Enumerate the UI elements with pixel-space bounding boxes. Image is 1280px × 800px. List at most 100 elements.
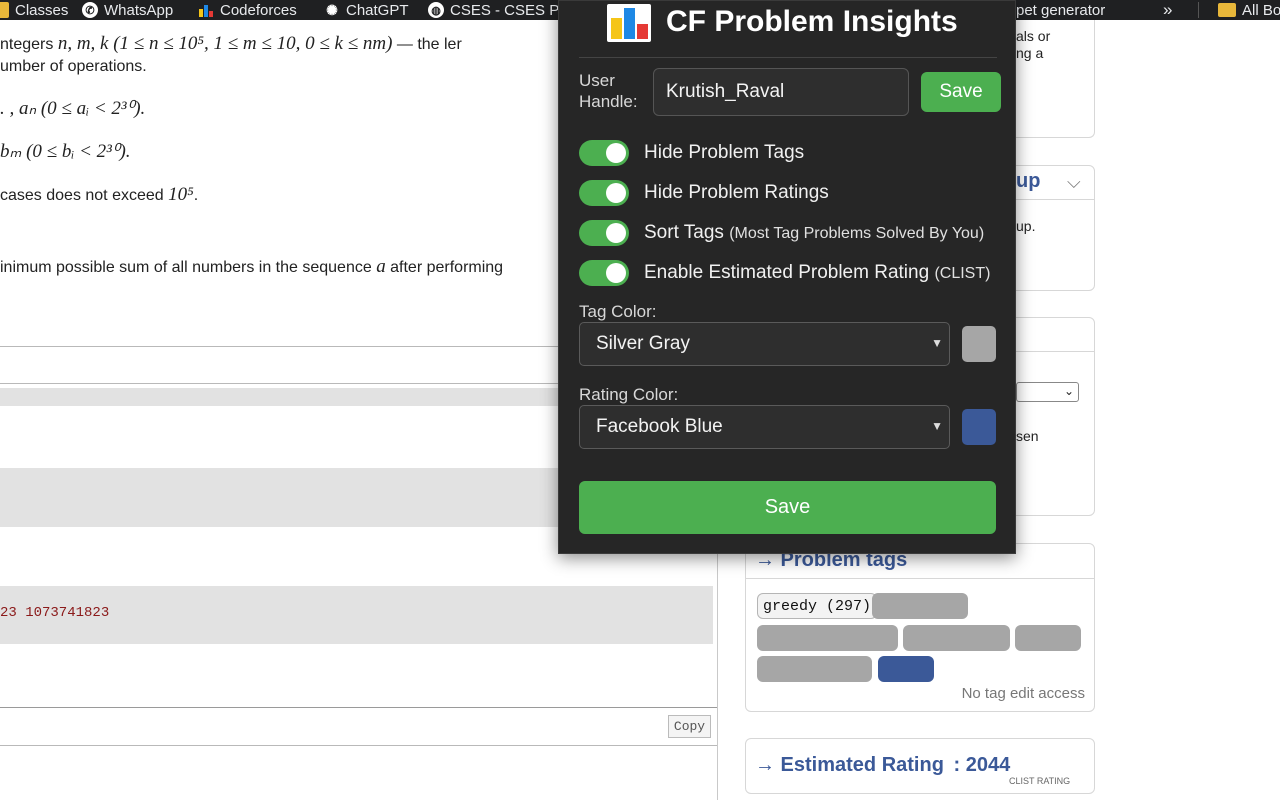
tag-color-value: Silver Gray [596,333,690,354]
toggle-label: Hide Problem Tags [644,142,805,163]
folder-icon [1218,3,1236,17]
divider [0,745,718,746]
toggle-label: Sort Tags (Most Tag Problems Solved By Y… [644,222,984,244]
folder-icon [0,2,9,18]
handle-label-line-1: User [579,71,615,90]
sidebar-text: als or [1016,28,1051,44]
toggle-row-estimated-rating: Enable Estimated Problem Rating (CLIST) [579,260,990,286]
bookmark-cses[interactable]: ◍ CSES - CSES Pro [428,0,573,20]
save-handle-button[interactable]: Save [921,72,1001,112]
estimated-rating-value: 2044 [965,754,1011,776]
tag-color-select[interactable]: Silver Gray ▼ [579,322,950,366]
toggle-row-hide-tags: Hide Problem Tags [579,140,804,166]
divider [0,346,560,347]
bookmark-classes[interactable]: Classes [0,0,68,20]
bookmark-label: ChatGPT [346,1,409,19]
cf-logo-icon [607,4,651,42]
math: n, m, k (1 ≤ n ≤ 10⁵, 1 ≤ m ≤ 10, 0 ≤ k … [57,33,393,54]
toggle-label-sub: (CLIST) [934,265,991,282]
text: . [193,187,199,204]
sort-tags-toggle[interactable] [579,220,629,246]
input-spec-line-5: cases does not exceed 10⁵. [0,184,198,206]
text: inimum possible sum of all numbers in th… [0,259,377,276]
sidebar-text: ng a [1016,45,1044,61]
tag-color-label: Tag Color: [579,302,657,321]
toggle-knob [606,143,626,163]
toggle-knob [606,263,626,283]
bookmark-codeforces[interactable]: Codeforces [198,0,297,20]
sidebar-text: sen [1016,428,1039,444]
input-spec-line-4: bₘ (0 ≤ bᵢ < 2³⁰). [0,141,131,162]
copy-button[interactable]: Copy [668,715,711,738]
toggle-row-hide-ratings: Hide Problem Ratings [579,180,829,206]
chevron-down-icon: ▼ [931,419,943,433]
tag-pill-hidden[interactable] [872,593,968,619]
hide-ratings-toggle[interactable] [579,180,629,206]
tag-pill-hidden[interactable] [757,656,872,682]
text: cases does not exceed [0,187,169,204]
tag-color-swatch [962,326,996,362]
chevron-down-icon: ▼ [931,336,943,350]
extension-popup: CF Problem Insights User Handle: Krutish… [558,0,1016,554]
math: a [376,256,386,277]
chevron-down-icon: ⌄ [1063,384,1074,398]
rating-color-swatch [962,409,996,445]
save-settings-button[interactable]: Save [579,481,996,534]
estimated-rating-label: → Estimated Rating [755,754,944,776]
text: — the ler [392,36,462,53]
toggle-label: Hide Problem Ratings [644,182,829,203]
text: ntegers [0,36,58,53]
sample-output-text[interactable]: 23 1073741823 [0,605,109,621]
toggle-label-main: Enable Estimated Problem Rating [644,262,930,283]
rating-pill-hidden[interactable] [878,656,934,682]
input-spec-line-2: umber of operations. [0,58,147,75]
bookmark-whatsapp[interactable]: ✆ WhatsApp [82,0,173,20]
bookmark-label: Codeforces [220,1,297,19]
divider [579,57,997,58]
browser-viewport: Classes ✆ WhatsApp Codeforces ✺ ChatGPT … [0,0,1280,800]
input-spec-line-1: ntegers n, m, k (1 ≤ n ≤ 10⁵, 1 ≤ m ≤ 10… [0,33,462,55]
estimated-rating-toggle[interactable] [579,260,629,286]
whatsapp-icon: ✆ [82,2,98,18]
separator: : [953,754,961,776]
tag-pill-greedy[interactable]: greedy (297) [757,593,878,619]
estimated-rating-title: → Estimated Rating : 2044 [755,754,1010,777]
popup-title: CF Problem Insights [666,5,958,38]
sample-band: 23 1073741823 [0,586,713,644]
clist-rating-caption: CLIST RATING [1009,776,1071,786]
tag-pill-hidden[interactable] [903,625,1010,651]
output-spec-line: inimum possible sum of all numbers in th… [0,256,503,278]
globe-icon: ◍ [428,2,444,18]
problem-tags-box: → Problem tags greedy (297) No tag edit … [745,543,1095,712]
toggle-label-main: Sort Tags [644,222,724,243]
bookmark-label: Classes [15,1,69,19]
toggle-label: Enable Estimated Problem Rating (CLIST) [644,262,990,284]
tag-pill-hidden[interactable] [757,625,898,651]
rating-color-select[interactable]: Facebook Blue ▼ [579,405,950,449]
toggle-row-sort-tags: Sort Tags (Most Tag Problems Solved By Y… [579,220,984,246]
bookmark-label: CSES - CSES Pro [450,1,573,19]
language-select[interactable]: ⌄ [1016,382,1079,402]
tag-pill-hidden[interactable] [1015,625,1081,651]
bookmarks-overflow-button[interactable]: » [1163,0,1172,20]
group-title: up [1016,170,1041,192]
bookmark-pet-generator[interactable]: pet generator [1016,0,1105,20]
bookmark-all-bookmarks[interactable]: All Bo [1218,0,1280,20]
rating-color-value: Facebook Blue [596,416,723,437]
divider [0,707,718,708]
math: 10⁵ [168,184,194,205]
hide-tags-toggle[interactable] [579,140,629,166]
bookmark-label: All Bo [1242,1,1280,19]
sidebar-text: up. [1016,218,1036,234]
bookmark-chatgpt[interactable]: ✺ ChatGPT [324,0,409,20]
codeforces-icon [198,2,214,18]
toggle-label-sub: (Most Tag Problems Solved By You) [729,225,985,242]
divider [746,578,1094,579]
bookmarks-divider [1198,2,1199,18]
toggle-knob [606,223,626,243]
user-handle-input[interactable]: Krutish_Raval [653,68,909,116]
chevron-double-right-icon: » [1163,0,1173,19]
chevron-down-icon[interactable]: ⌵ [1067,172,1081,193]
input-spec-line-3: . , aₙ (0 ≤ aᵢ < 2³⁰). [0,98,146,119]
handle-label-line-2: Handle: [579,92,638,111]
